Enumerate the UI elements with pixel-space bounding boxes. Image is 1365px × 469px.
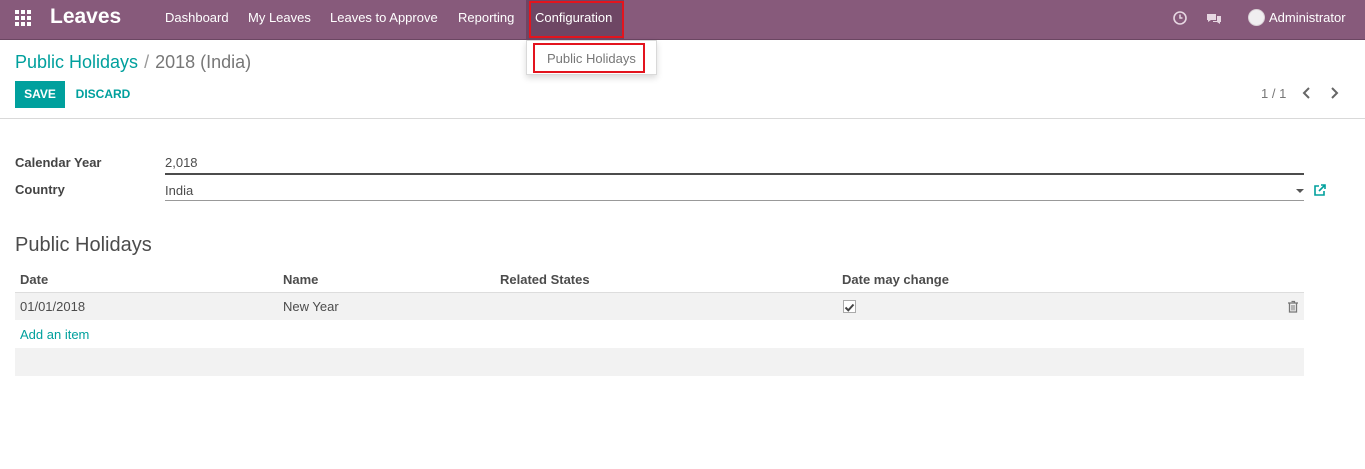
- breadcrumb-current: 2018 (India): [155, 52, 252, 72]
- country-label: Country: [15, 182, 65, 197]
- user-avatar[interactable]: [1248, 9, 1265, 26]
- save-button[interactable]: SAVE: [15, 81, 65, 108]
- date-may-change-checkbox[interactable]: [843, 300, 856, 313]
- checkmark-icon: [844, 303, 855, 312]
- dropdown-item-public-holidays[interactable]: Public Holidays: [547, 51, 636, 66]
- app-brand-title: Leaves: [50, 5, 122, 28]
- pager-value: 1 / 1: [1261, 86, 1287, 101]
- cell-date: 01/01/2018: [20, 299, 86, 314]
- menu-configuration[interactable]: Configuration: [526, 0, 624, 40]
- discard-button[interactable]: DISCARD: [72, 81, 134, 108]
- column-header-date-may-change[interactable]: Date may change: [842, 272, 949, 287]
- trash-icon[interactable]: [1287, 300, 1299, 313]
- external-link-icon[interactable]: [1313, 183, 1327, 197]
- control-panel-divider: [0, 118, 1365, 119]
- calendar-year-input[interactable]: 2,018: [165, 155, 1304, 175]
- breadcrumb: Public Holidays /2018 (India): [15, 52, 251, 73]
- menu-leaves-to-approve[interactable]: Leaves to Approve: [330, 0, 438, 40]
- menu-my-leaves[interactable]: My Leaves: [248, 0, 311, 40]
- user-menu-name[interactable]: Administrator: [1269, 0, 1346, 36]
- cell-name: New Year: [283, 299, 339, 314]
- chat-messages-icon[interactable]: [1205, 10, 1223, 28]
- breadcrumb-parent-link[interactable]: Public Holidays: [15, 52, 138, 72]
- menu-dashboard[interactable]: Dashboard: [165, 0, 229, 40]
- apps-grid-icon[interactable]: [14, 9, 34, 29]
- column-header-related-states[interactable]: Related States: [500, 272, 590, 287]
- breadcrumb-separator: /: [144, 52, 150, 72]
- chevron-down-icon[interactable]: [1296, 189, 1304, 193]
- column-header-date[interactable]: Date: [20, 272, 48, 287]
- column-header-name[interactable]: Name: [283, 272, 318, 287]
- country-select[interactable]: India: [165, 183, 1304, 201]
- top-navbar: Leaves Dashboard My Leaves Leaves to App…: [0, 0, 1365, 40]
- section-title-public-holidays: Public Holidays: [15, 234, 152, 256]
- menu-reporting[interactable]: Reporting: [458, 0, 514, 40]
- table-empty-row: [15, 348, 1304, 376]
- table-row[interactable]: 01/01/2018 New Year: [15, 293, 1304, 320]
- clock-activity-icon[interactable]: [1172, 10, 1190, 28]
- calendar-year-label: Calendar Year: [15, 155, 102, 170]
- add-an-item-link[interactable]: Add an item: [20, 327, 89, 342]
- pager-previous-icon[interactable]: [1300, 85, 1314, 101]
- configuration-dropdown: Public Holidays: [526, 40, 657, 75]
- pager-next-icon[interactable]: [1327, 85, 1341, 101]
